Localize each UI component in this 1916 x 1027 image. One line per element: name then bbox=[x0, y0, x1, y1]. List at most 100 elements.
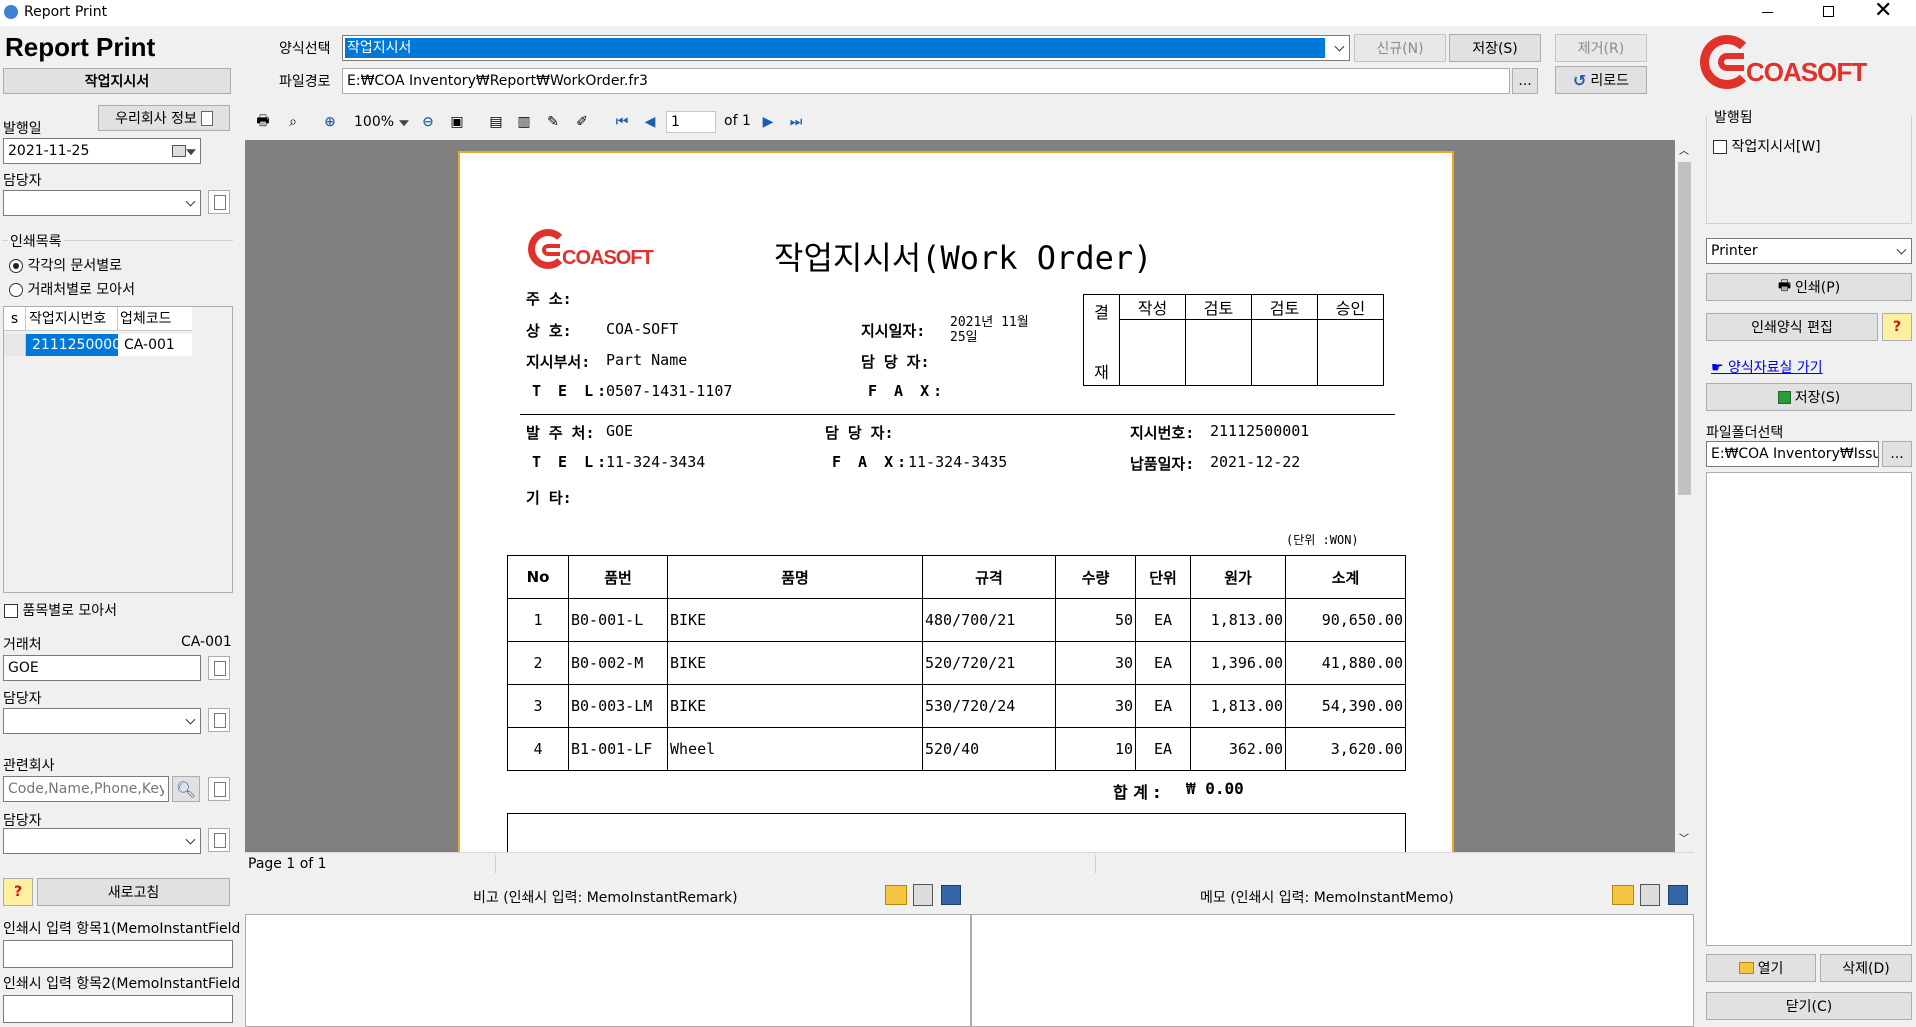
form-library-link[interactable]: ☛ 양식자료실 가기 bbox=[1711, 357, 1823, 377]
zoom-out-icon[interactable]: ⊖ bbox=[418, 112, 438, 132]
minimize-icon[interactable] bbox=[1762, 12, 1773, 13]
by-item-checkbox[interactable]: 품목별로 모아서 bbox=[4, 600, 117, 620]
scroll-up-icon[interactable]: ︿ bbox=[1679, 142, 1689, 157]
fullscreen-icon[interactable]: ▣ bbox=[447, 112, 467, 132]
print-button[interactable]: 🖶 인쇄(P) bbox=[1706, 273, 1912, 301]
last-page-icon[interactable]: ⏭ bbox=[786, 112, 806, 132]
file-path-browse-button[interactable]: ... bbox=[1512, 68, 1538, 94]
client-field[interactable]: GOE bbox=[3, 655, 201, 681]
issued-label: 발행됨 bbox=[1714, 110, 1753, 126]
open-folder-icon bbox=[1738, 962, 1754, 974]
find-icon[interactable]: ⌕ bbox=[283, 112, 303, 132]
related-lookup-icon[interactable] bbox=[208, 777, 230, 801]
paste-icon[interactable] bbox=[913, 884, 933, 906]
memo-field2-input[interactable] bbox=[3, 995, 233, 1023]
report-unit-note: (단위 :WON) bbox=[1286, 533, 1359, 547]
related-search-input[interactable] bbox=[3, 776, 169, 802]
first-page-icon[interactable]: ⏮ bbox=[612, 112, 632, 132]
open-folder-icon[interactable] bbox=[885, 885, 907, 905]
manager3-combo[interactable] bbox=[3, 828, 201, 854]
remark-textarea[interactable] bbox=[245, 914, 971, 1027]
search-icon: 🔍︎ bbox=[175, 779, 197, 799]
report-charge-label: 담 당 자: bbox=[861, 353, 930, 371]
calendar-icon[interactable] bbox=[172, 145, 186, 157]
report-dept-label: 지시부서: bbox=[526, 353, 591, 371]
printer-icon: 🖶 bbox=[1777, 278, 1792, 294]
memo-textarea[interactable] bbox=[971, 914, 1694, 1027]
report-orderer-fax-value: 11-324-3435 bbox=[908, 453, 1008, 471]
outline-icon[interactable]: ▤ bbox=[486, 112, 506, 132]
folder-browse-button[interactable]: ... bbox=[1882, 441, 1912, 467]
page-setup-icon[interactable]: ✎ bbox=[543, 112, 563, 132]
next-page-icon[interactable]: ▶ bbox=[758, 112, 778, 132]
file-list[interactable] bbox=[1706, 472, 1912, 946]
reload-label: 리로드 bbox=[1590, 73, 1630, 89]
file-path-field[interactable]: E:₩COA Inventory₩Report₩WorkOrder.fr3 bbox=[342, 68, 1510, 94]
remark-header: 비고 (인쇄시 입력: MemoInstantRemark) bbox=[245, 878, 970, 914]
grid-header-vendor-code[interactable]: 업체코드 bbox=[118, 307, 192, 330]
grid-header-order-no[interactable]: 작업지시번호 bbox=[26, 307, 118, 330]
report-footer-box bbox=[507, 813, 1406, 853]
remove-button[interactable]: 제거(R) bbox=[1555, 34, 1647, 62]
thumbnails-icon[interactable]: ▥ bbox=[514, 112, 534, 132]
report-logo: COASOFT bbox=[528, 229, 678, 273]
folder-field[interactable]: E:₩COA Inventory₩Issue bbox=[1706, 441, 1879, 467]
report-company-label: 상 호: bbox=[526, 322, 572, 340]
page-number-input[interactable]: 1 bbox=[666, 111, 716, 133]
edit-icon[interactable]: ✐ bbox=[572, 112, 592, 132]
prev-page-icon[interactable]: ◀ bbox=[640, 112, 660, 132]
search-button[interactable]: 🔍︎ bbox=[172, 776, 200, 802]
issued-group bbox=[1706, 116, 1912, 224]
close-icon[interactable]: ✕ bbox=[1874, 0, 1892, 23]
scrollbar-track[interactable]: ︿ ﹀ bbox=[1675, 140, 1694, 852]
save-form-button[interactable]: 저장(S) bbox=[1449, 34, 1541, 62]
grid-header-s[interactable]: s bbox=[4, 307, 26, 330]
edit-form-button[interactable]: 인쇄양식 편집 bbox=[1706, 313, 1878, 341]
restore-icon[interactable] bbox=[1823, 6, 1834, 17]
print-list-grid[interactable]: s 작업지시번호 업체코드 2111250000 CA-001 bbox=[3, 306, 233, 593]
refresh-button[interactable]: 새로고침 bbox=[37, 878, 230, 906]
company-info-button[interactable]: 우리회사 정보 bbox=[98, 105, 230, 131]
manager2-combo[interactable] bbox=[3, 708, 201, 734]
report-addr-label: 주 소: bbox=[526, 290, 572, 308]
help-button[interactable]: ? bbox=[3, 878, 33, 906]
right-save-button[interactable]: 저장(S) bbox=[1706, 383, 1912, 411]
form-select-combo[interactable]: 작업지시서 bbox=[342, 35, 1350, 61]
printer-select[interactable]: Printer bbox=[1706, 238, 1912, 264]
print-icon[interactable]: 🖶 bbox=[253, 112, 273, 132]
chevron-down-icon bbox=[185, 834, 196, 845]
manager2-lookup-icon[interactable] bbox=[208, 708, 230, 732]
radio-each[interactable]: 각각의 문서별로 bbox=[9, 255, 122, 275]
help-button-right[interactable]: ? bbox=[1882, 313, 1912, 341]
scrollbar-thumb[interactable] bbox=[1678, 162, 1691, 495]
scroll-down-icon[interactable]: ﹀ bbox=[1679, 830, 1689, 845]
save-memo-icon[interactable] bbox=[941, 885, 961, 905]
help-icon: ? bbox=[1892, 319, 1902, 335]
reload-button[interactable]: ↺ 리로드 bbox=[1555, 66, 1647, 94]
chevron-down-icon bbox=[1334, 41, 1345, 52]
report-orderer-tel-label: T E L: bbox=[532, 453, 611, 471]
paste-icon[interactable] bbox=[1640, 884, 1660, 906]
approval-side-top: 결 bbox=[1094, 303, 1109, 322]
memo-field1-input[interactable] bbox=[3, 940, 233, 968]
zoom-in-icon[interactable]: ⊕ bbox=[320, 112, 340, 132]
table-cell: 1,813.00 bbox=[1190, 684, 1286, 728]
issue-date-field[interactable]: 2021-11-25 bbox=[3, 138, 201, 164]
save-memo-icon[interactable] bbox=[1668, 885, 1688, 905]
zoom-combo[interactable]: 100% bbox=[350, 111, 412, 133]
client-lookup-icon[interactable] bbox=[208, 656, 230, 680]
close-button[interactable]: 닫기(C) bbox=[1706, 992, 1912, 1020]
issued-item-checkbox[interactable]: 작업지시서[W] bbox=[1713, 136, 1821, 156]
table-cell: 362.00 bbox=[1190, 727, 1286, 771]
manager-lookup-icon[interactable] bbox=[208, 190, 230, 214]
delete-button[interactable]: 삭제(D) bbox=[1820, 954, 1912, 982]
open-button[interactable]: 열기 bbox=[1706, 954, 1816, 982]
radio-group[interactable]: 거래처별로 모아서 bbox=[9, 279, 135, 299]
manager3-lookup-icon[interactable] bbox=[208, 828, 230, 852]
client-code: CA-001 bbox=[181, 634, 232, 650]
open-folder-icon[interactable] bbox=[1612, 885, 1634, 905]
manager-combo[interactable] bbox=[3, 190, 201, 216]
table-row[interactable]: 2111250000 CA-001 bbox=[4, 334, 192, 356]
form-name-button[interactable]: 작업지시서 bbox=[3, 68, 231, 94]
new-button[interactable]: 신규(N) bbox=[1354, 34, 1446, 62]
